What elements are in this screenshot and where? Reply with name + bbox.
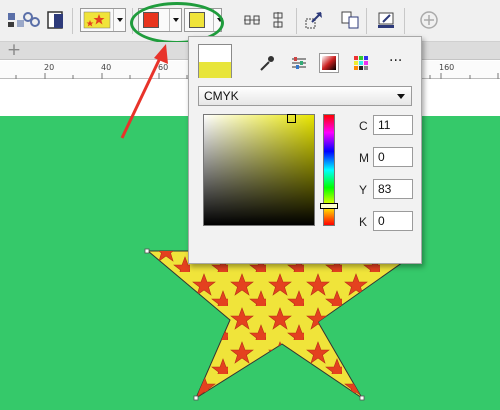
color-picker-popup: ... CMYK C 11 M 0 Y 83 K 0 <box>188 36 422 264</box>
hue-slider[interactable] <box>320 114 338 226</box>
color-viewer-icon[interactable] <box>319 53 339 73</box>
channel-k-label: K <box>359 215 368 229</box>
channel-m-input[interactable]: 0 <box>373 147 413 167</box>
color-preview <box>198 44 232 78</box>
color-model-value: CMYK <box>204 89 239 103</box>
channel-c-input[interactable]: 11 <box>373 115 413 135</box>
palette-icon[interactable] <box>351 53 371 73</box>
hue-slider-thumb[interactable] <box>320 203 338 209</box>
channel-m-label: M <box>359 151 369 165</box>
color-field[interactable] <box>203 114 315 226</box>
color-field-marker[interactable] <box>287 114 296 123</box>
channel-y-input[interactable]: 83 <box>373 179 413 199</box>
channel-k-input[interactable]: 0 <box>373 211 413 231</box>
more-options-button[interactable]: ... <box>389 49 402 65</box>
new-color-swatch <box>199 62 231 78</box>
eyedropper-icon[interactable] <box>257 53 277 73</box>
channel-y-label: Y <box>359 183 368 197</box>
color-model-select[interactable]: CMYK <box>198 86 412 106</box>
sliders-icon[interactable] <box>289 53 309 73</box>
channel-c-label: C <box>359 119 368 133</box>
chevron-down-icon <box>397 94 405 99</box>
old-color-swatch <box>199 45 231 62</box>
